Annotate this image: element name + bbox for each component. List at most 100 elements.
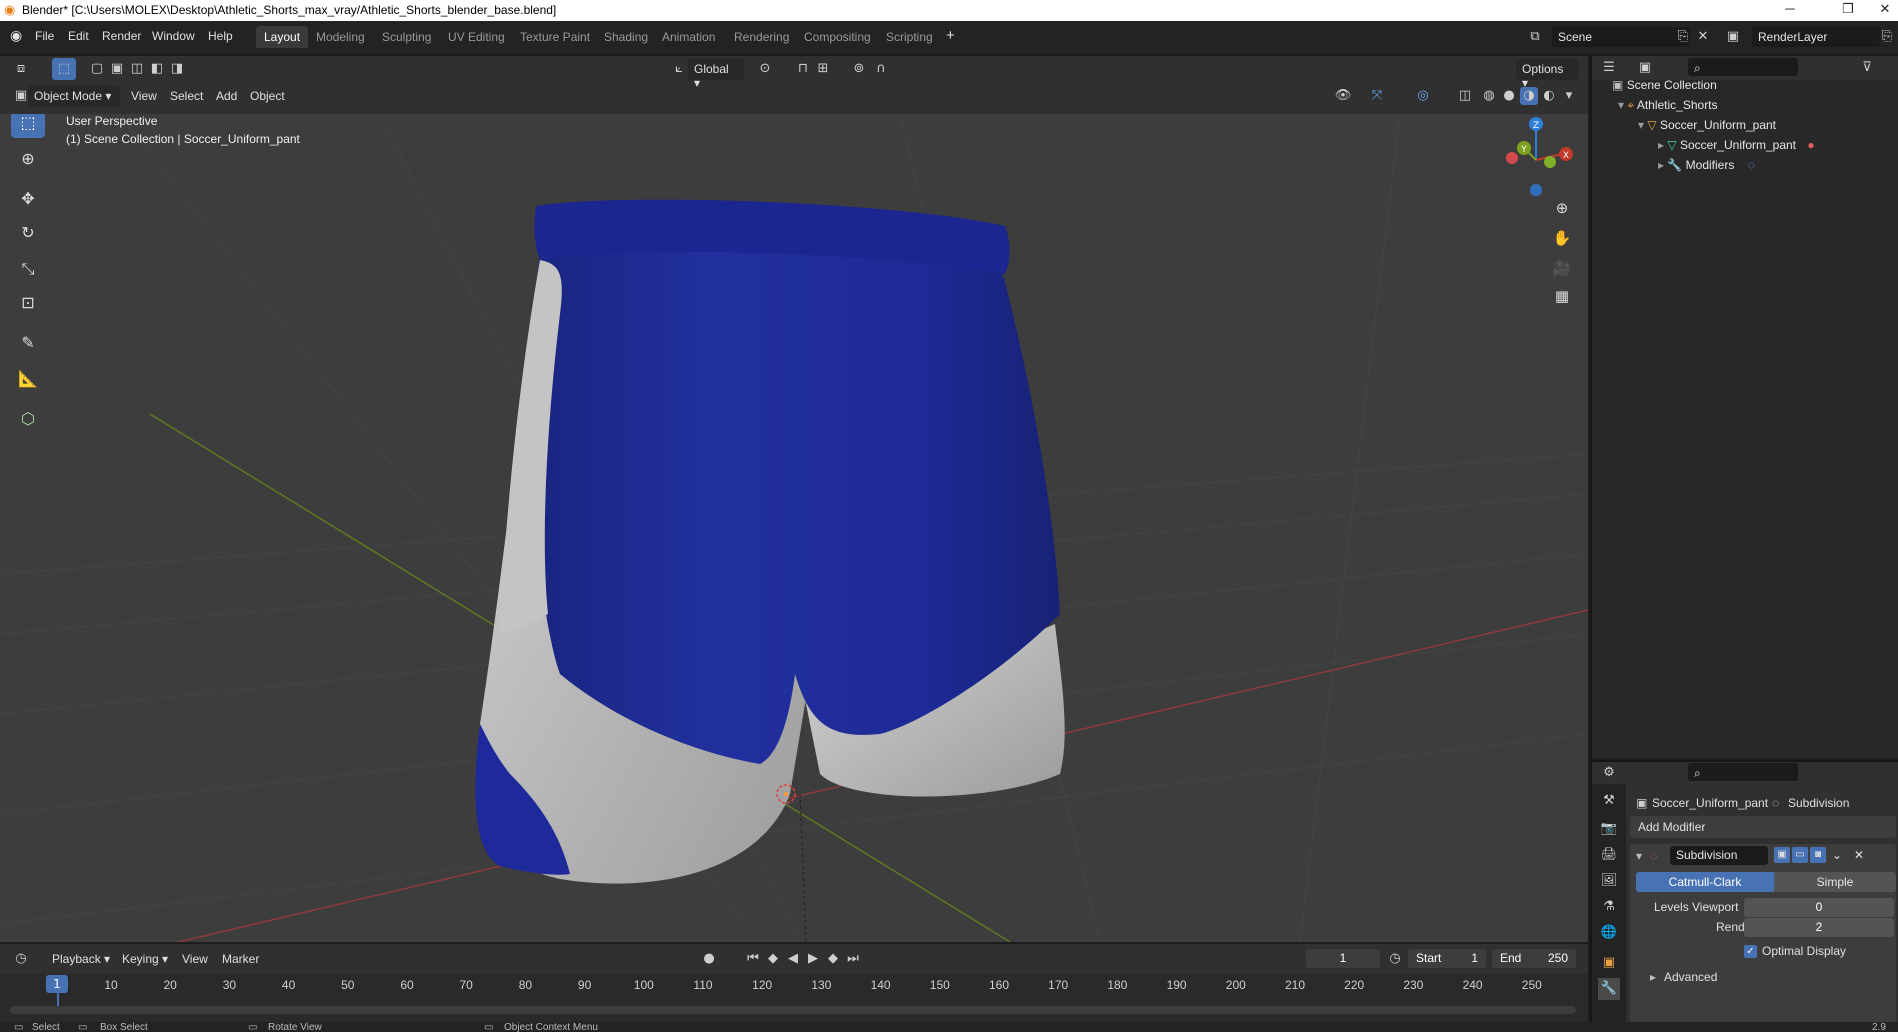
add-menu[interactable]: Add bbox=[216, 89, 237, 103]
collapse-icon[interactable]: ▾ bbox=[1638, 118, 1644, 132]
playback-menu[interactable]: Playback ▾ bbox=[52, 952, 110, 966]
camera-icon[interactable]: 🎥 bbox=[1548, 254, 1576, 282]
maximize-button[interactable]: ❐ bbox=[1828, 1, 1868, 17]
catmull-clark-toggle[interactable]: Catmull-Clark bbox=[1636, 872, 1774, 892]
tree-athletic-shorts[interactable]: ▾ ⌖ Athletic_Shorts bbox=[1618, 98, 1718, 118]
view-layer-tab-icon[interactable]: 🖼 bbox=[1598, 870, 1620, 892]
visibility-icon[interactable]: 👁 bbox=[1334, 87, 1352, 105]
select-new-icon[interactable]: ▢ bbox=[88, 60, 106, 78]
scene-icon[interactable]: ⧉ bbox=[1526, 28, 1544, 46]
select-invert-icon[interactable]: ◧ bbox=[148, 60, 166, 78]
tree-modifiers[interactable]: ▸ 🔧 Modifiers ◌ bbox=[1658, 158, 1755, 178]
timeline-editor-icon[interactable]: ◷ bbox=[12, 950, 30, 968]
select-subtract-icon[interactable]: ◫ bbox=[128, 60, 146, 78]
modifier-name-field[interactable]: Subdivision bbox=[1670, 846, 1768, 865]
pivot-icon[interactable]: ⊙ bbox=[756, 60, 774, 78]
tool-tab-icon[interactable]: ⚒ bbox=[1598, 790, 1620, 812]
add-cube-icon[interactable]: ⬡ bbox=[11, 404, 45, 434]
timeline-scrollbar[interactable] bbox=[10, 1006, 1576, 1014]
filter-icon[interactable]: ⊽ bbox=[1858, 59, 1876, 77]
tab-animation[interactable]: Animation bbox=[654, 26, 723, 48]
start-frame-field[interactable]: Start 1 bbox=[1408, 949, 1486, 968]
jump-start-icon[interactable]: ⏮ bbox=[744, 950, 762, 968]
object-tab-icon[interactable]: ▣ bbox=[1598, 952, 1620, 974]
tab-scripting[interactable]: Scripting bbox=[878, 26, 941, 48]
add-modifier-button[interactable]: Add Modifier bbox=[1630, 816, 1896, 838]
modifier-dropdown-icon[interactable]: ⌄ bbox=[1832, 848, 1842, 862]
prev-keyframe-icon[interactable]: ◆ bbox=[764, 950, 782, 968]
tree-soccer-object[interactable]: ▾ ▽ Soccer_Uniform_pant bbox=[1638, 118, 1776, 138]
current-frame-field[interactable]: 1 bbox=[1306, 949, 1380, 968]
edit-mode-toggle-icon[interactable]: ▣ bbox=[1774, 847, 1790, 863]
remove-modifier-icon[interactable]: ✕ bbox=[1854, 848, 1864, 862]
snap-icon[interactable]: ⊓ bbox=[794, 60, 812, 78]
pan-hand-icon[interactable]: ✋ bbox=[1548, 224, 1576, 252]
measure-icon[interactable]: 📐 bbox=[11, 364, 45, 394]
zoom-icon[interactable]: ⊕ bbox=[1548, 194, 1576, 222]
render-layer-field[interactable]: RenderLayer bbox=[1752, 27, 1880, 47]
advanced-expand-icon[interactable]: ▸ bbox=[1650, 970, 1656, 984]
record-icon[interactable]: ● bbox=[700, 950, 718, 968]
object-menu[interactable]: Object bbox=[250, 89, 285, 103]
render-toggle-icon[interactable]: ◙ bbox=[1810, 847, 1826, 863]
advanced-section[interactable]: Advanced bbox=[1664, 970, 1717, 984]
render-layer-icon[interactable]: ▣ bbox=[1724, 28, 1742, 46]
menu-render[interactable]: Render bbox=[102, 29, 141, 43]
viewport-toggle-icon[interactable]: ▭ bbox=[1792, 847, 1808, 863]
shading-options-icon[interactable]: ▾ bbox=[1560, 87, 1578, 105]
tree-scene-collection[interactable]: ▣ Scene Collection bbox=[1612, 78, 1717, 98]
close-button[interactable]: ✕ bbox=[1872, 1, 1898, 17]
scene-name-field[interactable]: Scene bbox=[1552, 27, 1690, 47]
collapse-icon[interactable]: ▾ bbox=[1636, 849, 1642, 863]
transform-icon[interactable]: ⊡ bbox=[11, 288, 45, 318]
tab-rendering[interactable]: Rendering bbox=[726, 26, 797, 48]
next-keyframe-icon[interactable]: ◆ bbox=[824, 950, 842, 968]
3d-viewport[interactable]: User Perspective (1) Scene Collection | … bbox=[0, 114, 1588, 942]
tab-layout[interactable]: Layout bbox=[256, 26, 309, 48]
mode-dropdown[interactable]: Object Mode ▾ bbox=[28, 86, 120, 107]
scale-icon[interactable]: ⤡ bbox=[11, 254, 45, 284]
tab-compositing[interactable]: Compositing bbox=[796, 26, 879, 48]
menu-help[interactable]: Help bbox=[208, 29, 233, 43]
timeline-view-menu[interactable]: View bbox=[182, 952, 208, 966]
options-dropdown[interactable]: Options ▾ bbox=[1516, 59, 1578, 90]
end-frame-field[interactable]: End 250 bbox=[1492, 949, 1576, 968]
falloff-icon[interactable]: ∩ bbox=[872, 60, 890, 78]
menu-window[interactable]: Window bbox=[152, 29, 195, 43]
select-extend-icon[interactable]: ▣ bbox=[108, 60, 126, 78]
annotate-icon[interactable]: ✎ bbox=[11, 328, 45, 358]
menu-file[interactable]: File bbox=[35, 29, 54, 43]
editor-type-icon[interactable]: ⧈ bbox=[12, 60, 30, 78]
copy-render-layer-icon[interactable]: ⎘ bbox=[1878, 28, 1896, 46]
gizmo-toggle-icon[interactable]: ⤧ bbox=[1368, 87, 1386, 105]
cursor-icon[interactable]: ⊕ bbox=[11, 144, 45, 174]
display-mode-icon[interactable]: ▣ bbox=[1636, 59, 1654, 77]
remove-scene-icon[interactable]: ✕ bbox=[1694, 28, 1712, 46]
copy-scene-icon[interactable]: ⎘ bbox=[1674, 28, 1692, 46]
properties-search-input[interactable]: ⌕ bbox=[1688, 763, 1798, 781]
snap-target-icon[interactable]: ⊞ bbox=[814, 60, 832, 78]
modifier-tab-icon[interactable]: 🔧 bbox=[1598, 978, 1620, 1000]
material-shading-icon[interactable]: ◑ bbox=[1520, 87, 1538, 105]
rendered-shading-icon[interactable]: ◐ bbox=[1540, 87, 1558, 105]
levels-viewport-field[interactable]: 0 bbox=[1744, 898, 1894, 917]
select-menu[interactable]: Select bbox=[170, 89, 203, 103]
minimize-button[interactable]: ─ bbox=[1770, 1, 1810, 16]
simple-toggle[interactable]: Simple bbox=[1774, 872, 1896, 892]
tab-uv-editing[interactable]: UV Editing bbox=[440, 26, 513, 48]
add-workspace-button[interactable]: + bbox=[946, 27, 955, 44]
marker-menu[interactable]: Marker bbox=[222, 952, 259, 966]
proportional-edit-icon[interactable]: ⊚ bbox=[850, 60, 868, 78]
tab-modeling[interactable]: Modeling bbox=[308, 26, 373, 48]
tab-texture-paint[interactable]: Texture Paint bbox=[512, 26, 598, 48]
menu-edit[interactable]: Edit bbox=[68, 29, 89, 43]
jump-end-icon[interactable]: ⏭ bbox=[844, 950, 862, 968]
tab-sculpting[interactable]: Sculpting bbox=[374, 26, 439, 48]
solid-shading-icon[interactable]: ● bbox=[1500, 87, 1518, 105]
collapse-icon[interactable]: ▾ bbox=[1618, 98, 1624, 112]
render-levels-field[interactable]: 2 bbox=[1744, 918, 1894, 937]
outliner-search-input[interactable]: ⌕ bbox=[1688, 58, 1798, 76]
playhead-frame[interactable]: 1 bbox=[46, 975, 68, 993]
tree-mesh-data[interactable]: ▸ ▽ Soccer_Uniform_pant ● bbox=[1658, 138, 1815, 158]
move-icon[interactable]: ✥ bbox=[11, 184, 45, 214]
